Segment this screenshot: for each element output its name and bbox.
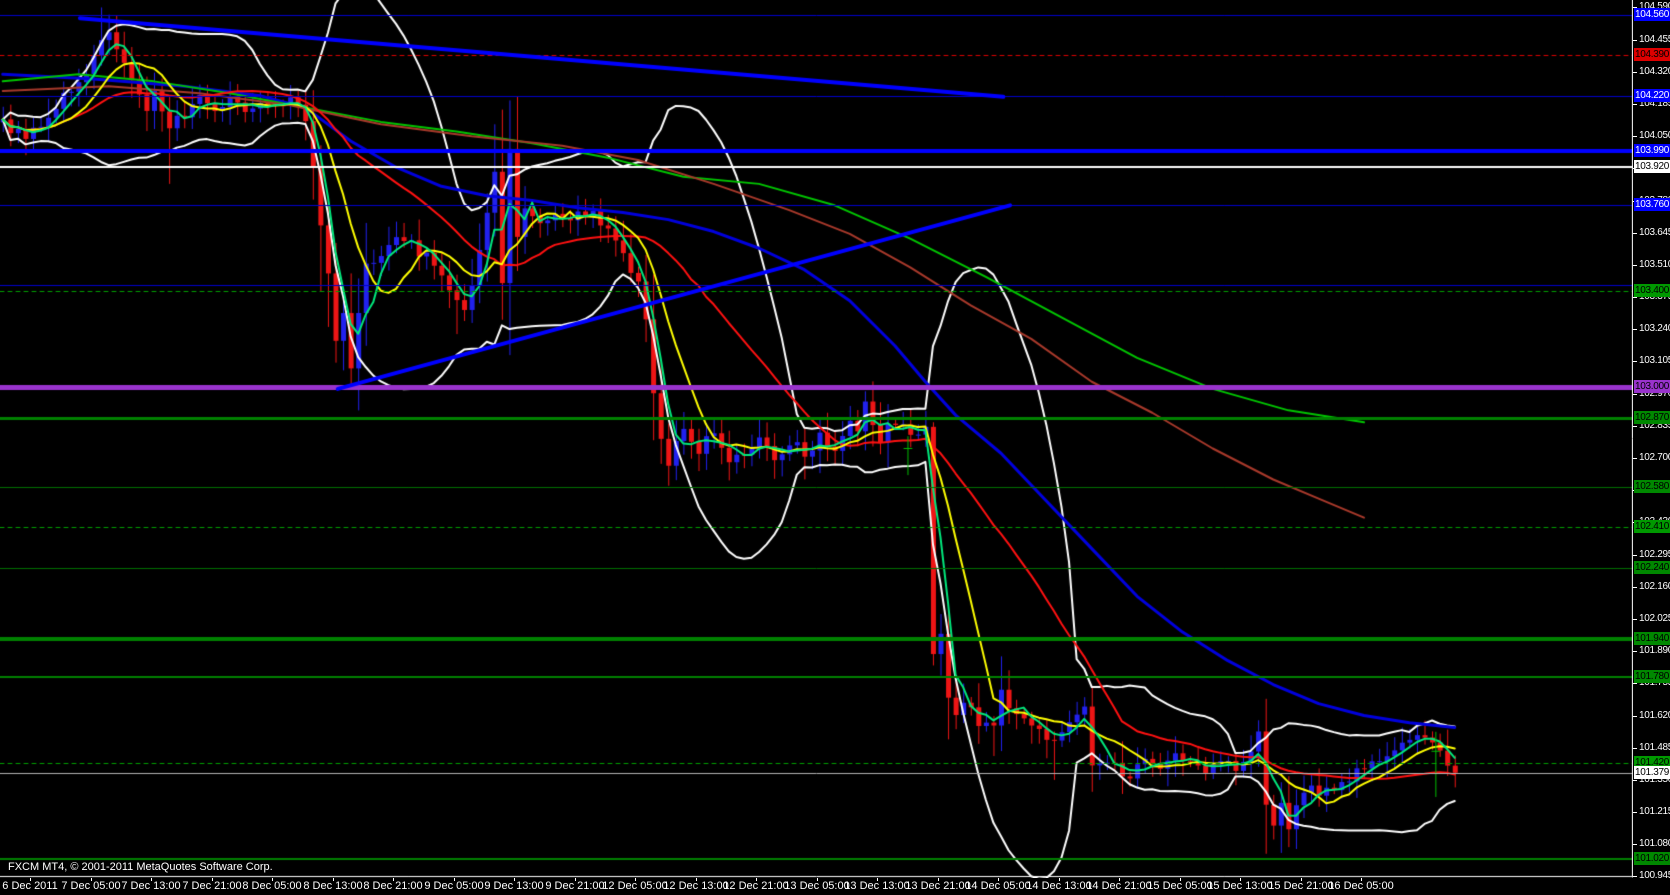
time-axis-tick-label: 12 Dec 05:00: [602, 880, 667, 892]
time-axis-tick-label: 9 Dec 05:00: [424, 880, 483, 892]
price-axis-tick-mark: [1633, 265, 1637, 266]
mt4-chart-window: FXCM MT4, © 2001-2011 MetaQuotes Softwar…: [0, 0, 1670, 895]
time-axis-tick-label: 7 Dec 21:00: [182, 880, 241, 892]
price-axis-tick-mark: [1633, 619, 1637, 620]
price-level-label: 101.020: [1634, 852, 1670, 865]
price-axis-tick-mark: [1633, 716, 1637, 717]
price-axis-tick-label: 101.890: [1639, 645, 1670, 656]
price-axis-tick-mark: [1633, 394, 1637, 395]
price-level-label: 102.870: [1634, 411, 1670, 424]
price-axis-tick-label: 101.485: [1639, 742, 1670, 753]
price-axis-tick-mark: [1633, 297, 1637, 298]
price-axis-tick-label: 101.080: [1639, 838, 1670, 849]
price-axis-tick-label: 101.215: [1639, 806, 1670, 817]
price-axis-tick-mark: [1633, 587, 1637, 588]
price-axis-tick-label: 103.510: [1639, 259, 1670, 270]
price-axis[interactable]: 104.590104.455104.320104.185104.050103.9…: [1633, 0, 1670, 878]
price-axis-tick-mark: [1633, 780, 1637, 781]
price-chart-canvas[interactable]: [0, 0, 1633, 878]
price-axis-tick-label: 103.105: [1639, 355, 1670, 366]
price-axis-tick-label: 104.455: [1639, 34, 1670, 45]
price-axis-tick-mark: [1633, 104, 1637, 105]
price-level-label: 101.940: [1634, 632, 1670, 645]
price-axis-tick-label: 102.700: [1639, 452, 1670, 463]
time-axis-tick-label: 13 Dec 05:00: [784, 880, 849, 892]
time-axis-tick-label: 15 Dec 21:00: [1268, 880, 1333, 892]
price-axis-tick-mark: [1633, 329, 1637, 330]
price-axis-tick-mark: [1633, 458, 1637, 459]
price-level-label: 103.000: [1634, 380, 1670, 393]
time-axis[interactable]: 6 Dec 2011 7 Dec 05:007 Dec 13:007 Dec 21…: [0, 878, 1670, 895]
time-axis-tick-label: 15 Dec 13:00: [1207, 880, 1272, 892]
price-axis-tick-mark: [1633, 651, 1637, 652]
time-axis-tick-label: 13 Dec 21:00: [905, 880, 970, 892]
price-level-label: 102.580: [1634, 480, 1670, 493]
price-level-label: 104.390: [1634, 48, 1670, 61]
price-axis-tick-label: 104.320: [1639, 66, 1670, 77]
time-axis-tick-label: 8 Dec 13:00: [303, 880, 362, 892]
price-axis-tick-mark: [1633, 844, 1637, 845]
price-level-label: 103.760: [1634, 198, 1670, 211]
time-axis-tick-label: 14 Dec 21:00: [1086, 880, 1151, 892]
copyright-text: FXCM MT4, © 2001-2011 MetaQuotes Softwar…: [8, 861, 273, 873]
price-axis-tick-label: 101.620: [1639, 710, 1670, 721]
time-axis-tick-label: 9 Dec 13:00: [484, 880, 543, 892]
price-level-label: 102.240: [1634, 561, 1670, 574]
price-axis-tick-mark: [1633, 426, 1637, 427]
price-axis-tick-mark: [1633, 555, 1637, 556]
price-axis-tick-mark: [1633, 876, 1637, 877]
price-level-label: 104.220: [1634, 89, 1670, 102]
price-level-label: 104.560: [1634, 8, 1670, 21]
current-price-label: 101.379: [1634, 766, 1670, 779]
price-axis-tick-mark: [1633, 136, 1637, 137]
time-axis-tick-label: 16 Dec 05:00: [1328, 880, 1393, 892]
price-axis-tick-label: 102.160: [1639, 581, 1670, 592]
time-axis-tick-label: 12 Dec 13:00: [663, 880, 728, 892]
price-level-label: 103.920: [1634, 160, 1670, 173]
price-axis-tick-label: 102.025: [1639, 613, 1670, 624]
price-axis-tick-mark: [1633, 72, 1637, 73]
price-axis-tick-mark: [1633, 683, 1637, 684]
time-axis-tick-label: 14 Dec 05:00: [965, 880, 1030, 892]
price-axis-tick-label: 102.295: [1639, 549, 1670, 560]
time-axis-tick-label: 12 Dec 21:00: [723, 880, 788, 892]
time-axis-tick-label: 13 Dec 13:00: [844, 880, 909, 892]
price-axis-tick-label: 103.645: [1639, 227, 1670, 238]
price-level-label: 102.410: [1634, 520, 1670, 533]
time-axis-tick-label: 8 Dec 21:00: [363, 880, 422, 892]
price-level-label: 101.780: [1634, 670, 1670, 683]
time-axis-tick-label: 14 Dec 13:00: [1026, 880, 1091, 892]
time-axis-tick-label: 9 Dec 21:00: [545, 880, 604, 892]
price-axis-tick-mark: [1633, 748, 1637, 749]
time-axis-tick-label: 8 Dec 05:00: [242, 880, 301, 892]
price-axis-tick-label: 104.050: [1639, 130, 1670, 141]
time-axis-tick-label: 7 Dec 05:00: [61, 880, 120, 892]
price-level-label: 103.400: [1634, 284, 1670, 297]
time-axis-tick-label: 6 Dec 2011: [2, 880, 57, 892]
time-axis-tick-label: 7 Dec 13:00: [121, 880, 180, 892]
price-level-label: 103.990: [1634, 144, 1670, 157]
price-axis-tick-mark: [1633, 233, 1637, 234]
price-axis-tick-label: 103.240: [1639, 323, 1670, 334]
time-axis-tick-label: 15 Dec 05:00: [1147, 880, 1212, 892]
price-axis-tick-mark: [1633, 812, 1637, 813]
price-axis-tick-mark: [1633, 40, 1637, 41]
price-axis-tick-mark: [1633, 361, 1637, 362]
